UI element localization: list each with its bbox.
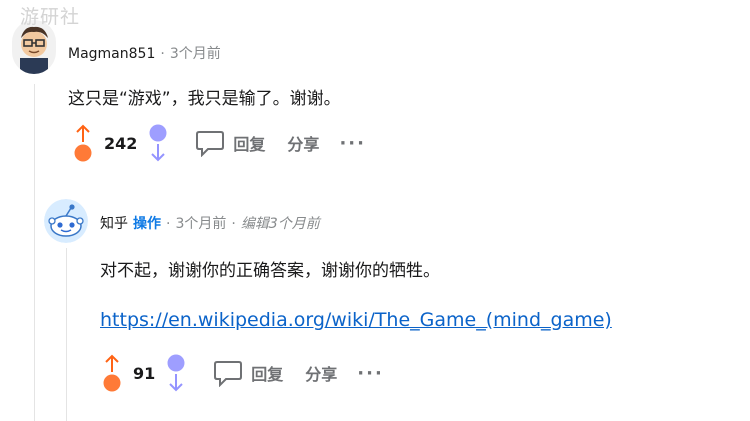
more-dots-icon: ··· [339, 132, 366, 154]
avatar[interactable] [44, 199, 88, 243]
thread-line-outer[interactable] [34, 84, 35, 421]
separator: · [166, 216, 171, 232]
separator: · [160, 46, 165, 62]
comment-body: 这只是“游戏”，我只是输了。谢谢。 [68, 89, 341, 109]
user-role-badge: 操作 [133, 216, 161, 232]
arrow-down-icon [149, 124, 167, 162]
edited-timestamp: 编辑3个月前 [240, 216, 320, 232]
comment-link[interactable]: https://en.wikipedia.org/wiki/The_Game_(… [100, 309, 612, 331]
watermark-logo: 游研社 [20, 6, 81, 28]
vote-score: 91 [133, 363, 156, 383]
more-options-button[interactable]: ··· [357, 363, 384, 384]
vote-score: 242 [104, 133, 138, 153]
separator: · [231, 216, 236, 232]
comment-header: Magman851 · 3个月前 [68, 43, 221, 63]
more-dots-icon: ··· [357, 362, 384, 384]
reply-label: 回复 [251, 365, 284, 384]
upvote-button[interactable] [103, 354, 121, 392]
downvote-button[interactable] [167, 354, 185, 392]
upvote-button[interactable] [74, 124, 92, 162]
comment-thread: 游研社 Magman851 · 3个月前 这只是“游戏”，我只是输了。谢谢。 2… [0, 0, 750, 421]
thread-line-inner[interactable] [66, 248, 67, 421]
comment-body: 对不起，谢谢你的正确答案，谢谢你的牺牲。 [100, 261, 440, 281]
speech-bubble-icon [196, 131, 225, 157]
reply-button[interactable]: 回复 [213, 359, 283, 387]
timestamp[interactable]: 3个月前 [170, 43, 221, 63]
more-options-button[interactable]: ··· [339, 133, 366, 154]
timestamp[interactable]: 3个月前 [175, 213, 226, 233]
comment-header: 知乎 操作 · 3个月前 · 编辑3个月前 [100, 213, 320, 233]
reply-button[interactable]: 回复 [195, 129, 265, 157]
share-label: 分享 [287, 135, 320, 154]
comment-actions: 242 回复 分享 ··· [74, 124, 366, 162]
share-button[interactable]: 分享 [287, 131, 319, 155]
username[interactable]: Magman851 [68, 46, 155, 62]
username[interactable]: 知乎 [100, 213, 128, 233]
share-label: 分享 [305, 365, 338, 384]
arrow-up-icon [74, 124, 92, 162]
arrow-down-icon [167, 354, 185, 392]
downvote-button[interactable] [149, 124, 167, 162]
comment-actions: 91 回复 分享 ··· [103, 354, 384, 392]
share-button[interactable]: 分享 [305, 361, 337, 385]
arrow-up-icon [103, 354, 121, 392]
speech-bubble-icon [214, 361, 243, 387]
reply-label: 回复 [233, 135, 266, 154]
